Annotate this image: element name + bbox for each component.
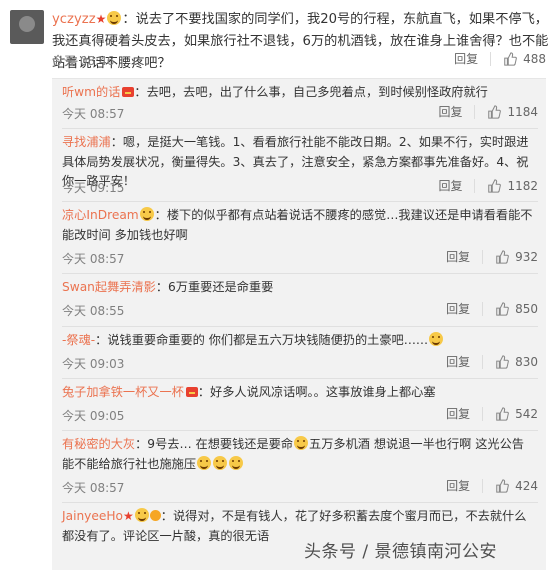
reply-item: 有秘密的大灰：9号去… 在想要钱还是要命 五万多机酒 想说退一半也行啊 这光公告 … [52,433,546,501]
reply-username[interactable]: 兔子加拿铁一杯又一杯 [62,385,184,399]
main-comment-time: 今天 08:46 [52,54,115,68]
reply-actions: 回复 932 [446,248,538,265]
reply-actions: 回复 830 [446,353,538,370]
reply-item: 听wm的话 ：去吧，去吧，出了什么事，自己多兜着点，到时候别怪政府就行 今天 08… [52,79,546,127]
reply-time: 今天 09:03 [62,357,125,371]
reply-actions: 回复 424 [446,477,538,494]
reply-body: ：好多人说风凉话啊。。这事放谁身上都心塞 [197,385,436,399]
like-thumb-icon[interactable] [495,354,509,369]
reply-item: -祭魂-：说钱重要命重要的 你们都是五六万块钱随便扔的土豪吧…… 今天 09:0… [52,329,546,377]
star-badge-icon: ★ [95,12,107,26]
emoji-icon [134,508,149,522]
reply-actions: 回复 1182 [438,177,538,194]
reply-username[interactable]: Swan起舞弄清影 [62,280,156,294]
like-count: 542 [515,406,538,421]
reply-body: ：说钱重要命重要的 你们都是五六万块钱随便扔的土豪吧…… [95,333,429,347]
divider [62,430,538,431]
reply-username[interactable]: 凉心InDream [62,208,139,222]
reply-actions: 回复 542 [446,405,538,422]
main-comment: yczyzz★ ：说去了不要找国家的同学们，我20号的行程，东航直飞，如果不停飞，… [0,0,554,80]
like-thumb-icon[interactable] [495,478,509,493]
reply-text: 凉心InDream ：楼下的似乎都有点站着说话不腰疼的感觉…我建议还是申请看看能不… [62,206,534,245]
reply-body: ：去吧，去吧，出了什么事，自己多兜着点，到时候别怪政府就行 [134,85,488,99]
reply-button[interactable]: 回复 [454,50,478,67]
reply-username[interactable]: 有秘密的大灰 [62,437,135,451]
reply-time: 今天 08:55 [62,304,125,318]
action-separator [474,178,476,193]
divider [62,326,538,327]
reply-text: 有秘密的大灰：9号去… 在想要钱还是要命 五万多机酒 想说退一半也行啊 这光公告 … [62,435,534,474]
user-avatar[interactable] [10,10,44,44]
reply-list: 听wm的话 ：去吧，去吧，出了什么事，自己多兜着点，到时候别怪政府就行 今天 08… [52,78,546,570]
emoji-icon [197,455,212,470]
action-separator [482,406,484,421]
reply-time: 今天 08:57 [62,252,125,266]
reply-button[interactable]: 回复 [438,103,462,120]
action-separator [482,354,484,369]
reply-body: ：6万重要还是命重要 [155,280,274,294]
reply-button[interactable]: 回复 [446,477,470,494]
reply-button[interactable]: 回复 [446,405,470,422]
divider [62,378,538,379]
reply-item: 凉心InDream ：楼下的似乎都有点站着说话不腰疼的感觉…我建议还是申请看看能不… [52,204,546,272]
like-thumb-icon[interactable] [495,301,509,316]
reply-button[interactable]: 回复 [446,353,470,370]
reply-text: -祭魂-：说钱重要命重要的 你们都是五六万块钱随便扔的土豪吧…… [62,331,534,351]
like-thumb-icon[interactable] [495,249,509,264]
reply-item: 寻找浦浦：嗯，是挺大一笔钱。1、看看旅行社能不能改日期。2、如果不行，实时跟进具… [52,131,546,201]
reply-time: 今天 08:57 [62,481,125,495]
main-comment-username[interactable]: yczyzz [52,12,96,27]
action-separator [482,301,484,316]
like-thumb-icon[interactable] [487,178,502,193]
like-count: 850 [515,301,538,316]
action-separator [474,104,476,119]
like-count: 488 [523,51,546,66]
reply-text: 听wm的话 ：去吧，去吧，出了什么事，自己多兜着点，到时候别怪政府就行 [62,83,534,103]
action-separator [482,249,484,264]
emoji-icon [107,11,122,25]
like-count: 1182 [507,178,538,193]
reply-time: 今天 09:15 [62,181,125,195]
reply-username[interactable]: 听wm的话 [62,85,120,99]
action-separator [490,51,492,66]
like-thumb-icon[interactable] [503,51,517,66]
vip-badge-icon [122,87,135,97]
reply-time: 今天 08:57 [62,107,125,121]
divider [62,502,538,503]
like-count: 1184 [507,104,538,119]
reply-username[interactable]: -祭魂- [62,333,95,347]
divider [62,201,538,202]
reply-actions: 回复 1184 [438,103,538,120]
reply-item: 兔子加拿铁一杯又一杯 ：好多人说风凉话啊。。这事放谁身上都心塞 今天 09:05 … [52,381,546,429]
reply-actions: 回复 850 [446,300,538,317]
like-thumb-icon[interactable] [487,104,502,119]
emoji-icon [229,455,244,470]
watermark: 头条号 / 景德镇南河公安 [304,542,498,562]
star-badge-icon: ★ [123,509,134,523]
reply-text: Swan起舞弄清影：6万重要还是命重要 [62,278,534,298]
reply-item: Swan起舞弄清影：6万重要还是命重要 今天 08:55 回复 850 [52,276,546,324]
reply-username[interactable]: 寻找浦浦 [62,135,111,149]
like-count: 424 [515,478,538,493]
reply-text: 兔子加拿铁一杯又一杯 ：好多人说风凉话啊。。这事放谁身上都心塞 [62,383,534,403]
reply-username[interactable]: JainyeeHo [62,509,123,523]
vip-badge-icon [185,387,198,397]
reply-time: 今天 09:05 [62,409,125,423]
divider [62,128,538,129]
emoji-icon [139,207,154,221]
reply-button[interactable]: 回复 [438,177,462,194]
vip-icon [149,510,161,521]
like-count: 932 [515,249,538,264]
like-thumb-icon[interactable] [495,406,509,421]
main-comment-actions: 回复 488 [454,50,546,67]
emoji-icon [213,455,228,470]
action-separator [482,478,484,493]
reply-body: ：9号去… 在想要钱还是要命 [135,437,294,451]
emoji-icon [429,332,444,346]
reply-button[interactable]: 回复 [446,300,470,317]
like-count: 830 [515,354,538,369]
emoji-icon [294,436,309,450]
divider [62,273,538,274]
reply-button[interactable]: 回复 [446,248,470,265]
